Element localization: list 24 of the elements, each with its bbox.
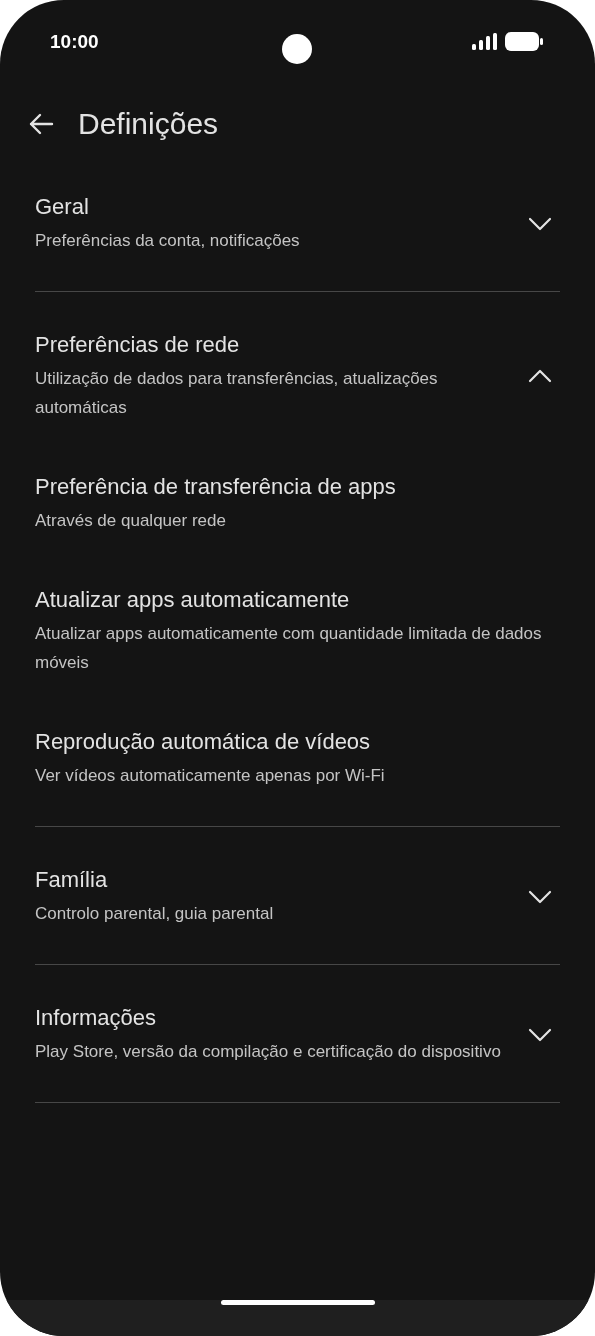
chevron-down-icon[interactable] (528, 1027, 552, 1042)
section-title[interactable]: Família (35, 865, 512, 895)
chevron-down-icon[interactable] (528, 889, 552, 904)
setting-value: Através de qualquer rede (35, 510, 227, 532)
setting-value: Atualizar apps automaticamente com quantidade limitada de dados móveis (35, 623, 543, 674)
back-arrow-icon[interactable] (28, 113, 54, 135)
section-subtitle: Utilização de dados para transferências, atualizações automáticas (35, 368, 439, 419)
setting-title[interactable]: Reprodução automática de vídeos (35, 727, 560, 757)
section-subtitle: Controlo parental, guia parental (35, 903, 275, 925)
setting-value: Ver vídeos automaticamente apenas por Wi-Fi (35, 765, 386, 787)
chevron-down-icon[interactable] (528, 216, 552, 231)
setting-title[interactable]: Atualizar apps automaticamente (35, 585, 560, 615)
section-subtitle: Play Store, versão da compilação e certificação do dispositivo (35, 1041, 502, 1063)
chevron-up-icon[interactable] (528, 369, 552, 383)
section-title[interactable]: Informações (35, 1003, 512, 1033)
camera-icon (282, 34, 312, 64)
battery-icon (505, 32, 543, 51)
signal-icon (472, 33, 497, 50)
section-title[interactable]: Geral (35, 192, 512, 222)
section-title[interactable]: Preferências de rede (35, 330, 512, 360)
section-subtitle: Preferências da conta, notificações (35, 230, 301, 252)
setting-title[interactable]: Preferência de transferência de apps (35, 472, 560, 502)
page-title: Definições (78, 106, 219, 142)
status-time: 10:00 (50, 30, 99, 54)
